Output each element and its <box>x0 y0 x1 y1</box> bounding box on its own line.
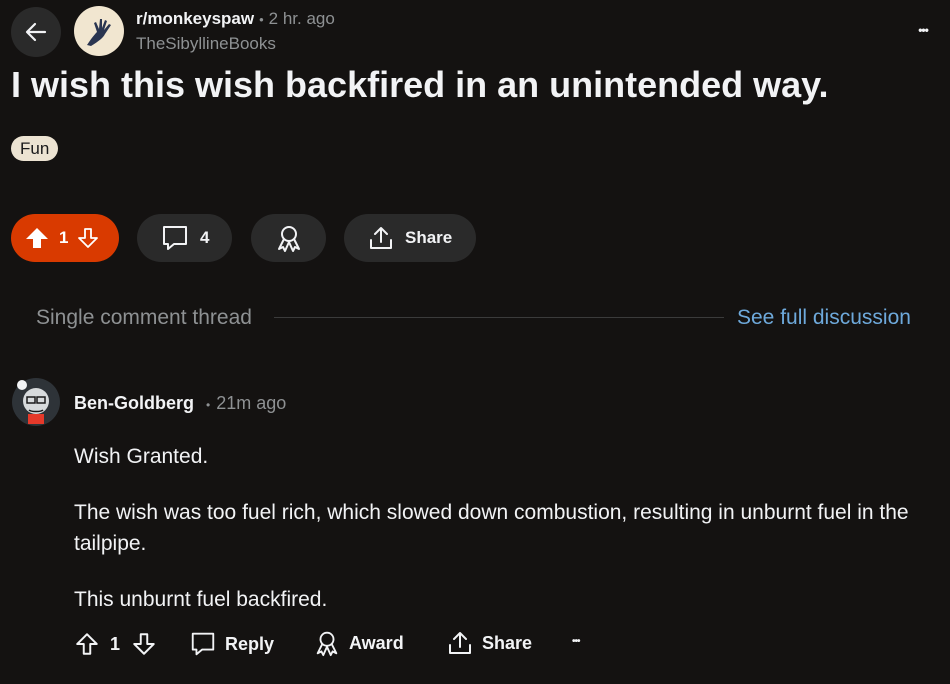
thread-label: Single comment thread <box>36 306 252 329</box>
comment-paragraph: Wish Granted. <box>74 445 209 468</box>
comment-share-label: Share <box>482 632 533 653</box>
monkey-paw-icon <box>81 13 117 49</box>
reply-label: Reply <box>225 633 275 654</box>
comment-share-button[interactable]: Share <box>446 629 532 657</box>
downvote-icon <box>133 633 155 655</box>
upvote-icon <box>76 633 98 655</box>
comment-upvote-button[interactable] <box>74 631 100 657</box>
upvote-button[interactable] <box>25 226 49 250</box>
post-time: 2 hr. ago <box>268 9 335 28</box>
comment-icon <box>160 224 190 252</box>
post-vote-bar: 1 <box>11 214 119 262</box>
post-share-button[interactable]: Share <box>344 214 476 262</box>
upvote-filled-icon <box>26 228 48 248</box>
commenter-avatar[interactable] <box>11 376 61 426</box>
comment-paragraph: The wish was too fuel rich, which slowed… <box>74 501 909 555</box>
more-horizontal-icon: ••• <box>572 636 580 647</box>
subreddit-link[interactable]: r/monkeyspaw <box>136 9 254 29</box>
reply-button[interactable]: Reply <box>189 630 274 658</box>
comments-button[interactable]: 4 <box>137 214 232 262</box>
reply-comment-icon <box>189 630 217 658</box>
comment-downvote-button[interactable] <box>131 631 157 657</box>
see-full-discussion-link[interactable]: See full discussion <box>737 306 911 330</box>
comment-meta-separator: • <box>206 398 211 412</box>
share-icon <box>446 629 474 657</box>
comment-award-button[interactable]: Award <box>313 629 404 657</box>
award-icon <box>313 629 341 657</box>
award-icon <box>274 223 304 253</box>
comment-paragraph: This unburnt fuel backfired. <box>74 588 328 611</box>
share-label: Share <box>405 228 453 247</box>
post-more-button[interactable]: ••• <box>905 18 941 42</box>
back-button[interactable] <box>11 7 61 57</box>
post-title: I wish this wish backfired in an uninten… <box>11 64 829 105</box>
award-label: Award <box>349 632 404 653</box>
post-vote-count: 1 <box>59 228 69 247</box>
comment-more-button[interactable]: ••• <box>572 636 580 647</box>
thread-divider <box>274 317 724 318</box>
flair-label: Fun <box>20 138 50 158</box>
subreddit-avatar[interactable] <box>74 6 124 56</box>
comment-time: 21m ago <box>216 393 287 413</box>
comment-body: Wish Granted. The wish was too fuel rich… <box>74 441 924 615</box>
meta-separator: • <box>259 12 264 27</box>
arrow-left-icon <box>23 19 49 45</box>
comment-vote-count: 1 <box>110 634 121 654</box>
downvote-button[interactable] <box>76 226 100 250</box>
downvote-icon <box>78 228 99 248</box>
comment-author[interactable]: Ben-Goldberg <box>74 393 194 414</box>
post-flair[interactable]: Fun <box>11 136 59 161</box>
more-horizontal-icon: ••• <box>918 23 929 37</box>
post-award-button[interactable] <box>251 214 326 262</box>
post-author[interactable]: TheSibyllineBooks <box>136 34 276 54</box>
comment-count: 4 <box>200 228 210 247</box>
share-icon <box>367 224 395 252</box>
